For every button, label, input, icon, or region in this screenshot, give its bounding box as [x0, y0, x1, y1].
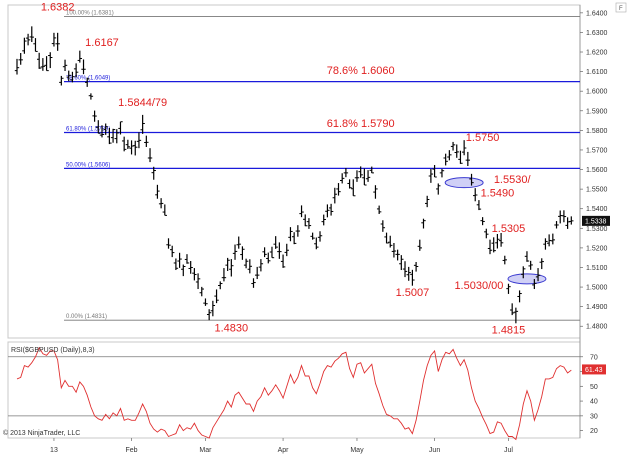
fib-label-3: 50.00% (1.5606)	[66, 162, 110, 168]
ellipse-1	[507, 273, 547, 285]
rsi-last-label: 61.43	[585, 367, 603, 374]
date-label-2: Mar	[199, 447, 212, 454]
fib-label-4: 0.00% (1.4831)	[66, 314, 107, 320]
price-tick-15: 1.4900	[586, 304, 608, 311]
watermark: © 2013 NinjaTrader, LLC	[3, 429, 80, 437]
price-tick-9: 1.5500	[586, 187, 608, 194]
annotation-1: 1.6167	[85, 37, 119, 49]
price-tick-5: 1.5900	[586, 108, 608, 115]
panel-options-glyph: F	[619, 6, 623, 12]
price-tick-4: 1.6000	[586, 89, 608, 96]
date-label-1: Feb	[126, 447, 138, 454]
date-label-3: Apr	[278, 447, 290, 454]
ellipse-0	[444, 177, 484, 189]
price-tick-3: 1.6100	[586, 69, 608, 76]
rsi-tick-4: 30	[590, 413, 598, 420]
annotation-5: 1.5750	[466, 132, 500, 144]
price-tick-16: 1.4800	[586, 324, 608, 331]
rsi-tick-0: 70	[590, 354, 598, 361]
price-tick-1: 1.6300	[586, 30, 608, 37]
date-label-0: 13	[50, 447, 58, 454]
annotation-6: 1.5530/	[494, 174, 532, 186]
price-tick-11: 1.5300	[586, 226, 608, 233]
price-tick-6: 1.5800	[586, 128, 608, 135]
price-tick-10: 1.5400	[586, 206, 608, 213]
price-tick-2: 1.6200	[586, 50, 608, 57]
chart-background	[0, 0, 631, 458]
rsi-label: RSI($GBPUSD (Daily),8,3)	[11, 347, 95, 354]
date-label-6: Jul	[504, 447, 513, 454]
annotation-4: 61.8% 1.5790	[327, 118, 395, 130]
annotation-9: 1.5007	[396, 287, 430, 299]
price-tick-0: 1.6400	[586, 10, 608, 17]
annotation-10: 1.5030/00	[454, 280, 503, 292]
chart-canvas: 100.00% (1.6381)78.60% (1.6049)61.80% (1…	[0, 0, 631, 458]
price-tick-7: 1.5700	[586, 147, 608, 154]
annotation-0: 1.6382	[41, 1, 75, 13]
annotation-2: 1.5844/79	[118, 97, 167, 109]
annotation-12: 1.4815	[492, 325, 526, 337]
price-tick-12: 1.5200	[586, 245, 608, 252]
annotation-3: 78.6% 1.6060	[327, 65, 395, 77]
annotation-7: 1.5490	[481, 188, 515, 200]
price-tick-8: 1.5600	[586, 167, 608, 174]
last-price-label: 1.5338	[585, 218, 607, 225]
annotation-8: 1.5305	[492, 223, 526, 235]
date-label-4: May	[350, 447, 364, 454]
price-tick-13: 1.5100	[586, 265, 608, 272]
price-tick-14: 1.5000	[586, 285, 608, 292]
annotation-11: 1.4830	[215, 323, 249, 335]
date-label-5: Jun	[429, 447, 440, 454]
rsi-tick-2: 50	[590, 384, 598, 391]
rsi-tick-3: 40	[590, 399, 598, 406]
rsi-tick-5: 20	[590, 428, 598, 435]
